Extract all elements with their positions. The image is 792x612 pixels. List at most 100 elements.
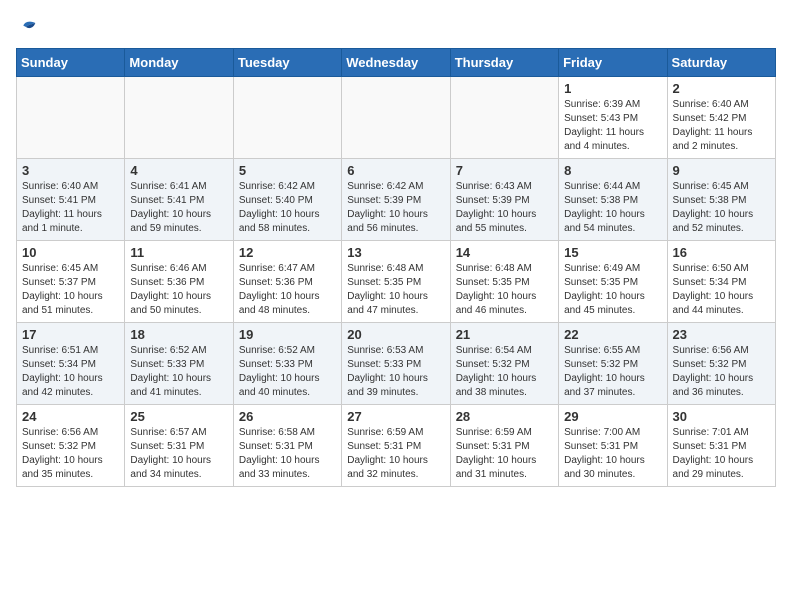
day-number: 25 [130,409,227,424]
day-number: 30 [673,409,770,424]
calendar-header-wednesday: Wednesday [342,49,450,77]
calendar-cell [342,77,450,159]
day-number: 11 [130,245,227,260]
calendar-week-row: 3 Sunrise: 6:40 AM Sunset: 5:41 PM Daylig… [17,159,776,241]
calendar-cell: 9 Sunrise: 6:45 AM Sunset: 5:38 PM Daylig… [667,159,775,241]
day-info: Sunrise: 6:57 AM Sunset: 5:31 PM Dayligh… [130,426,227,482]
calendar-header-sunday: Sunday [17,49,125,77]
day-number: 20 [347,327,444,342]
calendar-cell: 30 Sunrise: 7:01 AM Sunset: 5:31 PM Dayli… [667,405,775,487]
calendar-week-row: 10Sunrise: 6:45 AM Sunset: 5:37 PM Dayli… [17,241,776,323]
day-info: Sunrise: 6:55 AM Sunset: 5:32 PM Dayligh… [564,344,661,400]
day-info: Sunrise: 6:59 AM Sunset: 5:31 PM Dayligh… [347,426,444,482]
calendar-cell: 3 Sunrise: 6:40 AM Sunset: 5:41 PM Daylig… [17,159,125,241]
day-number: 28 [456,409,553,424]
calendar-cell: 4Sunrise: 6:41 AM Sunset: 5:41 PM Daylig… [125,159,233,241]
day-number: 13 [347,245,444,260]
day-number: 15 [564,245,661,260]
day-info: Sunrise: 6:48 AM Sunset: 5:35 PM Dayligh… [456,262,553,318]
day-info: Sunrise: 6:56 AM Sunset: 5:32 PM Dayligh… [22,426,119,482]
calendar-cell: 26 Sunrise: 6:58 AM Sunset: 5:31 PM Dayli… [233,405,341,487]
day-info: Sunrise: 6:51 AM Sunset: 5:34 PM Dayligh… [22,344,119,400]
day-info: Sunrise: 6:59 AM Sunset: 5:31 PM Dayligh… [456,426,553,482]
day-number: 10 [22,245,119,260]
calendar-header-tuesday: Tuesday [233,49,341,77]
calendar-cell: 25 Sunrise: 6:57 AM Sunset: 5:31 PM Dayli… [125,405,233,487]
calendar-header-monday: Monday [125,49,233,77]
day-number: 9 [673,163,770,178]
day-info: Sunrise: 6:40 AM Sunset: 5:41 PM Dayligh… [22,180,119,236]
day-info: Sunrise: 6:40 AM Sunset: 5:42 PM Dayligh… [673,98,770,154]
day-info: Sunrise: 6:56 AM Sunset: 5:32 PM Dayligh… [673,344,770,400]
day-number: 6 [347,163,444,178]
calendar-cell: 20 Sunrise: 6:53 AM Sunset: 5:33 PM Dayli… [342,323,450,405]
day-info: Sunrise: 6:48 AM Sunset: 5:35 PM Dayligh… [347,262,444,318]
day-info: Sunrise: 7:01 AM Sunset: 5:31 PM Dayligh… [673,426,770,482]
day-number: 17 [22,327,119,342]
day-info: Sunrise: 6:58 AM Sunset: 5:31 PM Dayligh… [239,426,336,482]
calendar-cell: 13 Sunrise: 6:48 AM Sunset: 5:35 PM Dayli… [342,241,450,323]
day-number: 3 [22,163,119,178]
calendar-cell: 12 Sunrise: 6:47 AM Sunset: 5:36 PM Dayli… [233,241,341,323]
calendar-cell: 21 Sunrise: 6:54 AM Sunset: 5:32 PM Dayli… [450,323,558,405]
calendar-cell: 18Sunrise: 6:52 AM Sunset: 5:33 PM Dayli… [125,323,233,405]
calendar-cell: 28 Sunrise: 6:59 AM Sunset: 5:31 PM Dayli… [450,405,558,487]
day-number: 12 [239,245,336,260]
day-number: 5 [239,163,336,178]
day-number: 4 [130,163,227,178]
day-info: Sunrise: 6:46 AM Sunset: 5:36 PM Dayligh… [130,262,227,318]
day-info: Sunrise: 6:39 AM Sunset: 5:43 PM Dayligh… [564,98,661,154]
calendar-week-row: 17 Sunrise: 6:51 AM Sunset: 5:34 PM Dayli… [17,323,776,405]
calendar-cell: 2 Sunrise: 6:40 AM Sunset: 5:42 PM Daylig… [667,77,775,159]
day-info: Sunrise: 6:54 AM Sunset: 5:32 PM Dayligh… [456,344,553,400]
calendar-header-saturday: Saturday [667,49,775,77]
day-number: 16 [673,245,770,260]
day-number: 19 [239,327,336,342]
calendar-cell: 19Sunrise: 6:52 AM Sunset: 5:33 PM Dayli… [233,323,341,405]
calendar-cell [125,77,233,159]
day-info: Sunrise: 6:42 AM Sunset: 5:39 PM Dayligh… [347,180,444,236]
day-info: Sunrise: 6:43 AM Sunset: 5:39 PM Dayligh… [456,180,553,236]
calendar-header-row: SundayMondayTuesdayWednesdayThursdayFrid… [17,49,776,77]
calendar-cell: 29Sunrise: 7:00 AM Sunset: 5:31 PM Dayli… [559,405,667,487]
calendar-cell: 6 Sunrise: 6:42 AM Sunset: 5:39 PM Daylig… [342,159,450,241]
calendar-cell: 15 Sunrise: 6:49 AM Sunset: 5:35 PM Dayli… [559,241,667,323]
calendar-week-row: 1 Sunrise: 6:39 AM Sunset: 5:43 PM Daylig… [17,77,776,159]
calendar-cell: 27Sunrise: 6:59 AM Sunset: 5:31 PM Dayli… [342,405,450,487]
calendar-cell: 24 Sunrise: 6:56 AM Sunset: 5:32 PM Dayli… [17,405,125,487]
day-number: 29 [564,409,661,424]
day-info: Sunrise: 6:49 AM Sunset: 5:35 PM Dayligh… [564,262,661,318]
calendar-cell: 17 Sunrise: 6:51 AM Sunset: 5:34 PM Dayli… [17,323,125,405]
calendar-header-thursday: Thursday [450,49,558,77]
calendar-cell: 23 Sunrise: 6:56 AM Sunset: 5:32 PM Dayli… [667,323,775,405]
calendar-cell: 16 Sunrise: 6:50 AM Sunset: 5:34 PM Dayli… [667,241,775,323]
calendar-cell: 5 Sunrise: 6:42 AM Sunset: 5:40 PM Daylig… [233,159,341,241]
day-number: 8 [564,163,661,178]
day-number: 23 [673,327,770,342]
logo-bird-icon [18,16,38,36]
calendar-header-friday: Friday [559,49,667,77]
day-number: 24 [22,409,119,424]
day-number: 18 [130,327,227,342]
day-number: 2 [673,81,770,96]
calendar-week-row: 24 Sunrise: 6:56 AM Sunset: 5:32 PM Dayli… [17,405,776,487]
logo [16,16,38,36]
page-header [16,16,776,36]
calendar-cell: 22 Sunrise: 6:55 AM Sunset: 5:32 PM Dayli… [559,323,667,405]
calendar-cell [17,77,125,159]
day-info: Sunrise: 6:50 AM Sunset: 5:34 PM Dayligh… [673,262,770,318]
day-number: 1 [564,81,661,96]
calendar-table: SundayMondayTuesdayWednesdayThursdayFrid… [16,48,776,487]
calendar-cell: 11 Sunrise: 6:46 AM Sunset: 5:36 PM Dayli… [125,241,233,323]
calendar-cell [450,77,558,159]
day-number: 21 [456,327,553,342]
day-info: Sunrise: 6:53 AM Sunset: 5:33 PM Dayligh… [347,344,444,400]
day-number: 22 [564,327,661,342]
calendar-cell: 14Sunrise: 6:48 AM Sunset: 5:35 PM Dayli… [450,241,558,323]
day-number: 26 [239,409,336,424]
day-info: Sunrise: 6:42 AM Sunset: 5:40 PM Dayligh… [239,180,336,236]
day-info: Sunrise: 6:45 AM Sunset: 5:38 PM Dayligh… [673,180,770,236]
day-number: 7 [456,163,553,178]
day-info: Sunrise: 6:47 AM Sunset: 5:36 PM Dayligh… [239,262,336,318]
calendar-cell: 10Sunrise: 6:45 AM Sunset: 5:37 PM Dayli… [17,241,125,323]
